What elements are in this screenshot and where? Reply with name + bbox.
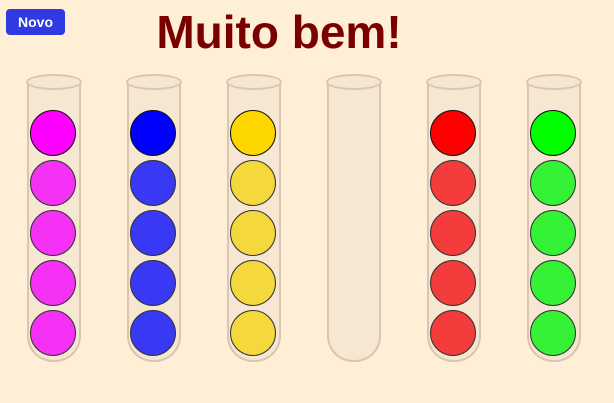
ball[interactable] bbox=[230, 260, 276, 306]
tube-rim bbox=[426, 74, 482, 90]
ball[interactable] bbox=[530, 210, 576, 256]
ball[interactable] bbox=[30, 110, 76, 156]
ball[interactable] bbox=[230, 110, 276, 156]
tube-body bbox=[327, 82, 381, 362]
ball[interactable] bbox=[130, 260, 176, 306]
tube-rim bbox=[126, 74, 182, 90]
ball[interactable] bbox=[530, 160, 576, 206]
tube-5[interactable] bbox=[426, 74, 482, 362]
tube-rim bbox=[26, 74, 82, 90]
ball[interactable] bbox=[130, 110, 176, 156]
ball[interactable] bbox=[130, 210, 176, 256]
tube-rim bbox=[226, 74, 282, 90]
tube-3[interactable] bbox=[226, 74, 282, 362]
ball[interactable] bbox=[530, 260, 576, 306]
tube-rim bbox=[526, 74, 582, 90]
tube-6[interactable] bbox=[526, 74, 582, 362]
tube-1[interactable] bbox=[26, 74, 82, 362]
tube-4[interactable] bbox=[326, 74, 382, 362]
ball[interactable] bbox=[430, 210, 476, 256]
ball[interactable] bbox=[230, 310, 276, 356]
ball[interactable] bbox=[230, 160, 276, 206]
ball[interactable] bbox=[30, 260, 76, 306]
ball[interactable] bbox=[130, 160, 176, 206]
ball[interactable] bbox=[30, 160, 76, 206]
ball[interactable] bbox=[30, 210, 76, 256]
ball[interactable] bbox=[30, 310, 76, 356]
ball[interactable] bbox=[530, 110, 576, 156]
ball[interactable] bbox=[130, 310, 176, 356]
ball[interactable] bbox=[430, 260, 476, 306]
ball[interactable] bbox=[430, 110, 476, 156]
ball[interactable] bbox=[230, 210, 276, 256]
ball[interactable] bbox=[530, 310, 576, 356]
tube-2[interactable] bbox=[126, 74, 182, 362]
tube-rim bbox=[326, 74, 382, 90]
status-title: Muito bem! bbox=[156, 6, 402, 58]
ball[interactable] bbox=[430, 160, 476, 206]
ball[interactable] bbox=[430, 310, 476, 356]
